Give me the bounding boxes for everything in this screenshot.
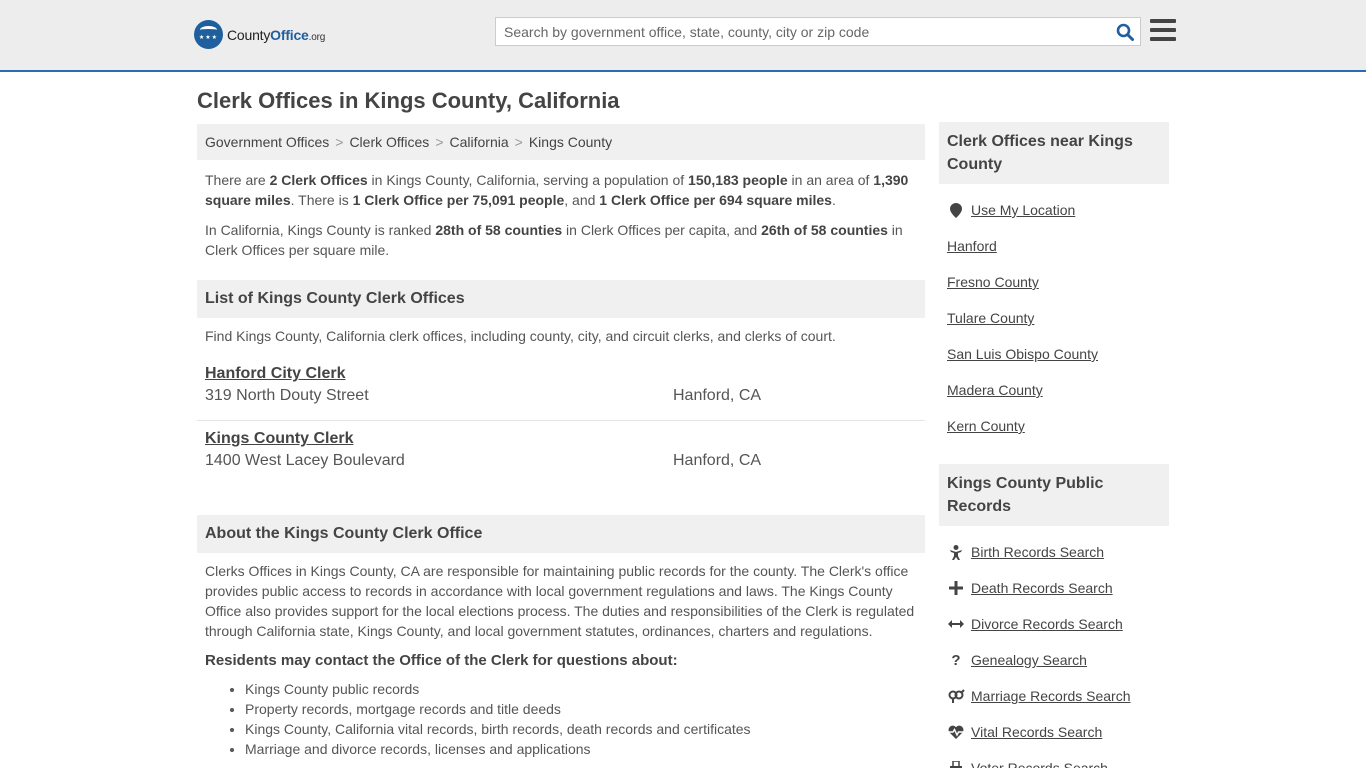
sidebar-item-fresno-county: Fresno County <box>947 264 1161 300</box>
breadcrumb-separator: > <box>514 134 523 150</box>
office-city: Hanford, CA <box>673 387 762 404</box>
page-title: Clerk Offices in Kings County, Californi… <box>197 88 620 113</box>
search-bar <box>495 17 1141 46</box>
office-address: 319 North Douty Street <box>205 387 369 404</box>
sidebar-item-hanford: Hanford <box>947 228 1161 264</box>
office-name-link[interactable]: Hanford City Clerk <box>205 364 917 384</box>
residents-heading: Residents may contact the Office of the … <box>205 652 678 669</box>
map-pin-icon <box>947 202 965 218</box>
about-section-text: Clerks Offices in Kings County, CA are r… <box>205 563 915 639</box>
list-section-title: List of Kings County Clerk Offices <box>197 280 925 318</box>
list-item: Kings County public records <box>245 679 925 699</box>
use-my-location-link[interactable]: Use My Location <box>971 202 1075 218</box>
office-item: Kings County Clerk 1400 West Lacey Boule… <box>197 420 925 485</box>
public-records-list: Birth Records Search Death Records Searc… <box>939 526 1169 768</box>
heartbeat-icon <box>947 724 965 740</box>
office-name-link[interactable]: Kings County Clerk <box>205 429 917 449</box>
nearby-link[interactable]: San Luis Obispo County <box>947 346 1098 362</box>
intro-ranking: In California, Kings County is ranked 28… <box>205 222 903 258</box>
public-records-title: Kings County Public Records <box>939 464 1169 526</box>
sidebar-item-san-luis-obispo-county: San Luis Obispo County <box>947 336 1161 372</box>
breadcrumb-government-offices[interactable]: Government Offices <box>205 134 329 150</box>
sidebar-item-genealogy: ? Genealogy Search <box>947 642 1161 678</box>
list-section-description: Find Kings County, California clerk offi… <box>205 328 836 344</box>
birth-records-link[interactable]: Birth Records Search <box>971 544 1104 560</box>
voter-records-link[interactable]: Voter Records Search <box>971 760 1108 768</box>
nearby-offices-title: Clerk Offices near Kings County <box>939 122 1169 184</box>
vital-records-link[interactable]: Vital Records Search <box>971 724 1102 740</box>
sidebar-item-tulare-county: Tulare County <box>947 300 1161 336</box>
office-city: Hanford, CA <box>673 452 762 469</box>
marriage-records-link[interactable]: Marriage Records Search <box>971 688 1131 704</box>
sidebar-item-use-my-location: Use My Location <box>947 192 1161 228</box>
office-item: Hanford City Clerk 319 North Douty Stree… <box>197 356 925 420</box>
list-item: Property records, mortgage records and t… <box>245 699 925 719</box>
nearby-offices-list: Use My Location Hanford Fresno County Tu… <box>939 184 1169 444</box>
death-records-link[interactable]: Death Records Search <box>971 580 1113 596</box>
split-arrows-icon <box>947 616 965 632</box>
office-list: Hanford City Clerk 319 North Douty Stree… <box>197 356 925 485</box>
sidebar: Clerk Offices near Kings County Use My L… <box>939 122 1169 768</box>
about-section-title: About the Kings County Clerk Office <box>197 515 925 553</box>
question-icon: ? <box>951 651 961 669</box>
breadcrumb-separator: > <box>335 134 344 150</box>
gender-rings-icon <box>947 688 965 704</box>
sidebar-item-voter-records: Voter Records Search <box>947 750 1161 768</box>
sidebar-item-divorce-records: Divorce Records Search <box>947 606 1161 642</box>
site-header: ★★★ CountyOffice.org <box>0 0 1366 72</box>
ballot-icon <box>947 760 965 768</box>
nearby-link[interactable]: Madera County <box>947 382 1043 398</box>
cross-icon <box>947 580 965 596</box>
eagle-seal-icon: ★★★ <box>194 20 223 49</box>
nearby-link[interactable]: Fresno County <box>947 274 1039 290</box>
sidebar-item-madera-county: Madera County <box>947 372 1161 408</box>
sidebar-item-birth-records: Birth Records Search <box>947 534 1161 570</box>
breadcrumb: Government Offices > Clerk Offices > Califor… <box>197 124 925 160</box>
search-icon[interactable] <box>1116 23 1134 41</box>
sidebar-item-vital-records: Vital Records Search <box>947 714 1161 750</box>
genealogy-link[interactable]: Genealogy Search <box>971 652 1087 668</box>
intro-stats: There are 2 Clerk Offices in Kings Count… <box>205 172 909 208</box>
breadcrumb-separator: > <box>435 134 444 150</box>
list-item: Marriage and divorce records, licenses a… <box>245 739 925 759</box>
sidebar-item-marriage-records: Marriage Records Search <box>947 678 1161 714</box>
site-logo[interactable]: ★★★ CountyOffice.org <box>194 20 325 49</box>
nearby-link[interactable]: Kern County <box>947 418 1025 434</box>
breadcrumb-kings-county: Kings County <box>528 134 613 150</box>
residents-topics-list: Kings County public records Property rec… <box>197 679 925 759</box>
sidebar-item-death-records: Death Records Search <box>947 570 1161 606</box>
breadcrumb-clerk-offices[interactable]: Clerk Offices <box>349 134 429 150</box>
main-content: Government Offices > Clerk Offices > Califor… <box>197 124 925 759</box>
nearby-link[interactable]: Tulare County <box>947 310 1034 326</box>
office-address: 1400 West Lacey Boulevard <box>205 452 405 469</box>
divorce-records-link[interactable]: Divorce Records Search <box>971 616 1123 632</box>
logo-wordmark: CountyOffice.org <box>227 26 326 43</box>
breadcrumb-california[interactable]: California <box>450 134 509 150</box>
list-item: Kings County, California vital records, … <box>245 719 925 739</box>
sidebar-item-kern-county: Kern County <box>947 408 1161 444</box>
baby-icon <box>947 544 965 560</box>
search-input[interactable] <box>496 18 1096 45</box>
nearby-link[interactable]: Hanford <box>947 238 997 254</box>
hamburger-menu-icon[interactable] <box>1150 19 1176 41</box>
